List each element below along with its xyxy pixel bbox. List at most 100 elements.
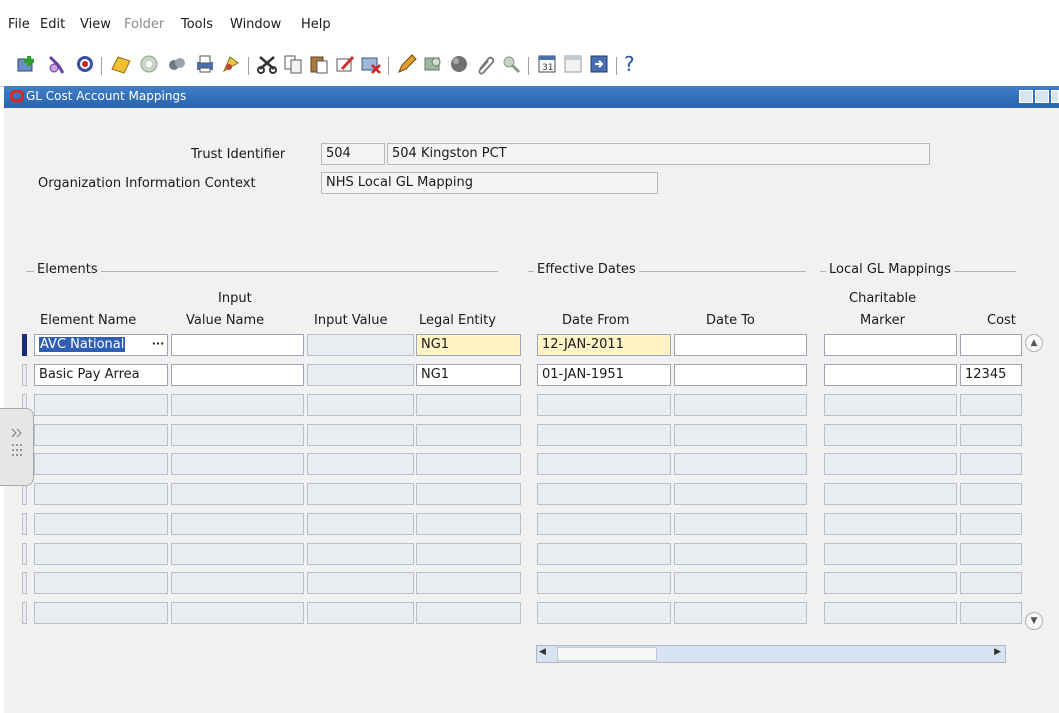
- empty-cell[interactable]: [171, 423, 304, 446]
- close-form-icon[interactable]: [220, 53, 242, 75]
- empty-cell[interactable]: [960, 483, 1022, 506]
- edit-field-icon[interactable]: [396, 53, 418, 75]
- empty-cell[interactable]: [960, 453, 1022, 476]
- cost-field[interactable]: [960, 334, 1022, 356]
- folder-tools-icon[interactable]: [500, 53, 522, 75]
- minimize-icon[interactable]: [1019, 90, 1033, 103]
- record-indicator[interactable]: [22, 512, 27, 535]
- date-from-field[interactable]: 01-JAN-1951: [537, 364, 671, 386]
- menu-edit[interactable]: Edit: [40, 17, 65, 32]
- scroll-right-icon[interactable]: ▶: [994, 647, 1001, 657]
- scroll-left-icon[interactable]: ◀: [539, 647, 546, 657]
- empty-cell[interactable]: [824, 572, 957, 595]
- empty-cell[interactable]: [307, 394, 414, 416]
- empty-cell[interactable]: [416, 572, 521, 595]
- empty-cell[interactable]: [34, 423, 168, 446]
- help-icon[interactable]: ?: [624, 53, 646, 75]
- menu-help[interactable]: Help: [301, 17, 331, 32]
- menu-view[interactable]: View: [80, 17, 111, 32]
- menu-folder[interactable]: Folder: [124, 17, 164, 32]
- copy-icon[interactable]: [282, 53, 304, 75]
- empty-cell[interactable]: [307, 601, 414, 624]
- scroll-up-icon[interactable]: ▲: [1025, 334, 1043, 352]
- menu-window[interactable]: Window: [230, 17, 281, 32]
- empty-cell[interactable]: [416, 423, 521, 446]
- empty-cell[interactable]: [537, 601, 671, 624]
- org-info-context-field[interactable]: NHS Local GL Mapping: [321, 172, 658, 194]
- empty-cell[interactable]: [674, 483, 807, 506]
- empty-cell[interactable]: [674, 572, 807, 595]
- new-record-icon[interactable]: [16, 53, 38, 75]
- empty-cell[interactable]: [824, 601, 957, 624]
- empty-cell[interactable]: [34, 483, 168, 506]
- record-indicator[interactable]: [22, 601, 27, 624]
- empty-cell[interactable]: [674, 423, 807, 446]
- empty-cell[interactable]: [34, 542, 168, 565]
- close-icon[interactable]: [1051, 90, 1059, 103]
- empty-cell[interactable]: [307, 483, 414, 506]
- empty-cell[interactable]: [674, 542, 807, 565]
- empty-cell[interactable]: [960, 601, 1022, 624]
- empty-cell[interactable]: [537, 453, 671, 476]
- empty-cell[interactable]: [824, 453, 957, 476]
- empty-cell[interactable]: [416, 483, 521, 506]
- empty-cell[interactable]: [34, 394, 168, 416]
- find-icon[interactable]: [46, 53, 68, 75]
- record-indicator[interactable]: [22, 572, 27, 595]
- window-help-icon[interactable]: [588, 53, 610, 75]
- empty-cell[interactable]: [537, 483, 671, 506]
- empty-cell[interactable]: [34, 512, 168, 535]
- empty-cell[interactable]: [537, 423, 671, 446]
- vertical-scrollbar[interactable]: ▲ ▼: [1024, 334, 1044, 632]
- empty-cell[interactable]: [307, 423, 414, 446]
- cut-icon[interactable]: [256, 53, 278, 75]
- scroll-thumb[interactable]: [557, 647, 657, 661]
- navigator-icon[interactable]: [74, 53, 96, 75]
- element-name-field[interactable]: AVC National: [34, 334, 168, 356]
- menu-file[interactable]: File: [8, 17, 30, 32]
- switch-responsibility-icon[interactable]: [166, 53, 188, 75]
- cost-field[interactable]: 12345: [960, 364, 1022, 386]
- empty-cell[interactable]: [960, 512, 1022, 535]
- list-of-values-button[interactable]: ···: [149, 335, 167, 355]
- input-value-field[interactable]: [307, 334, 414, 356]
- empty-cell[interactable]: [34, 572, 168, 595]
- date-to-field[interactable]: [674, 334, 807, 356]
- side-drawer-tab[interactable]: [0, 408, 34, 486]
- print-icon[interactable]: [194, 53, 216, 75]
- input-value-name-field[interactable]: [171, 364, 304, 386]
- empty-cell[interactable]: [537, 542, 671, 565]
- close-window-icon[interactable]: [562, 53, 584, 75]
- empty-cell[interactable]: [171, 542, 304, 565]
- translations-icon[interactable]: [448, 53, 470, 75]
- empty-cell[interactable]: [674, 512, 807, 535]
- empty-cell[interactable]: [416, 542, 521, 565]
- empty-cell[interactable]: [537, 512, 671, 535]
- empty-cell[interactable]: [960, 572, 1022, 595]
- empty-cell[interactable]: [307, 572, 414, 595]
- empty-cell[interactable]: [960, 542, 1022, 565]
- zoom-icon[interactable]: [422, 53, 444, 75]
- input-value-field[interactable]: [307, 364, 414, 386]
- attachments-icon[interactable]: [474, 53, 496, 75]
- empty-cell[interactable]: [674, 394, 807, 416]
- input-value-name-field[interactable]: [171, 334, 304, 356]
- empty-cell[interactable]: [960, 394, 1022, 416]
- open-folder-icon[interactable]: [110, 53, 132, 75]
- scroll-down-icon[interactable]: ▼: [1025, 612, 1043, 630]
- empty-cell[interactable]: [674, 453, 807, 476]
- save-icon[interactable]: [138, 53, 160, 75]
- empty-cell[interactable]: [824, 542, 957, 565]
- empty-cell[interactable]: [171, 453, 304, 476]
- calendar-icon[interactable]: 31: [536, 53, 558, 75]
- paste-icon[interactable]: [308, 53, 330, 75]
- empty-cell[interactable]: [824, 423, 957, 446]
- current-record-indicator[interactable]: [22, 334, 27, 356]
- empty-cell[interactable]: [171, 483, 304, 506]
- record-indicator[interactable]: [22, 364, 27, 386]
- charitable-marker-field[interactable]: [824, 364, 957, 386]
- empty-cell[interactable]: [416, 453, 521, 476]
- date-to-field[interactable]: [674, 364, 807, 386]
- element-name-field[interactable]: Basic Pay Arrea: [34, 364, 168, 386]
- empty-cell[interactable]: [307, 512, 414, 535]
